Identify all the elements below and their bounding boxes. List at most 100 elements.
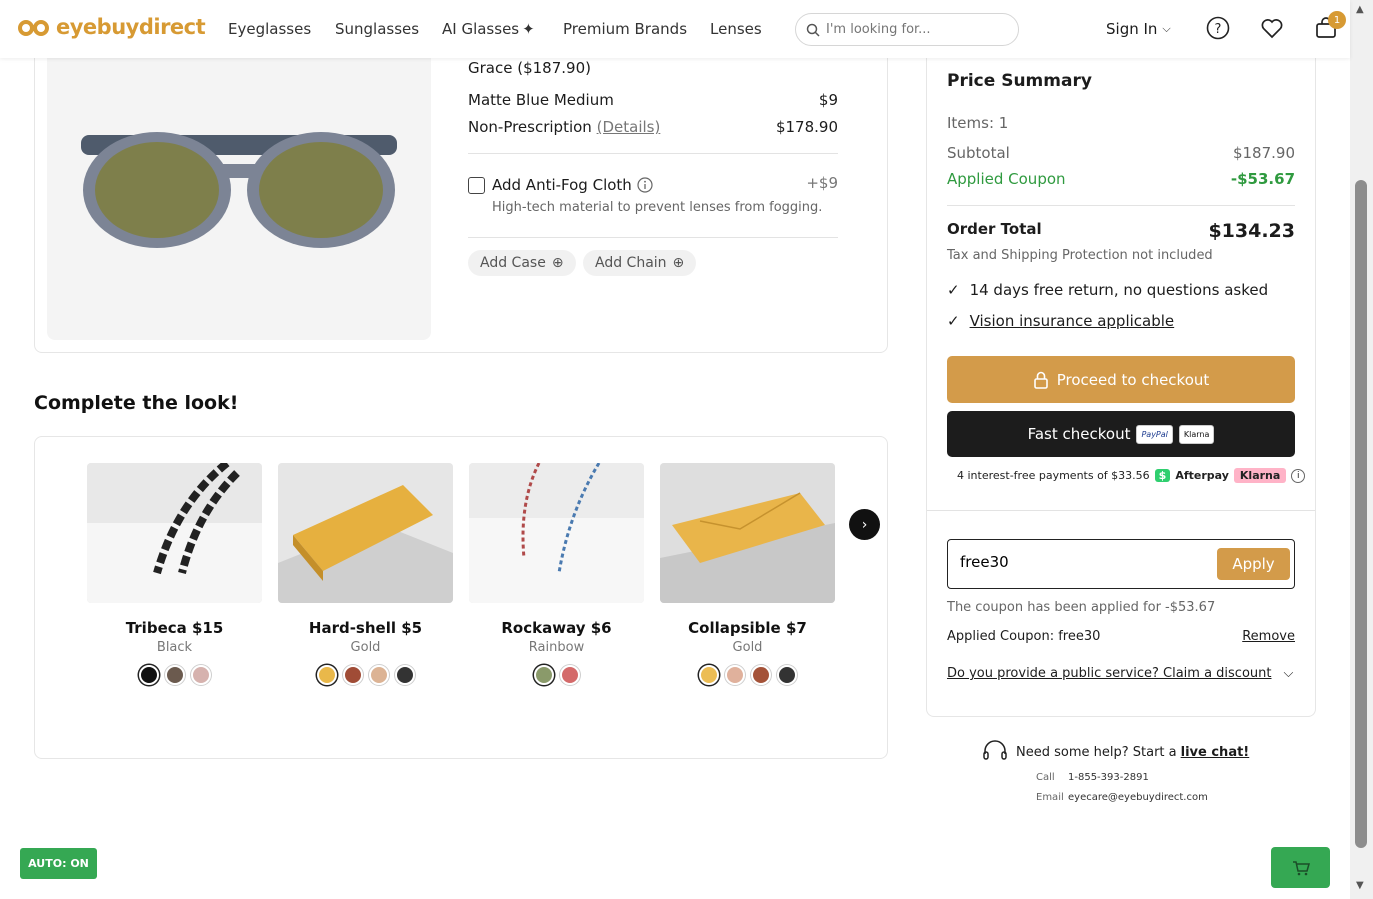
accessory-name[interactable]: Tribeca $15: [87, 619, 262, 637]
fast-checkout-button[interactable]: Fast checkout PayPal Klarna: [947, 411, 1295, 457]
color-swatch[interactable]: [138, 665, 159, 685]
accessory-color: Rainbow: [528, 640, 585, 655]
apply-coupon-button[interactable]: Apply: [1217, 548, 1290, 580]
email-label: Email: [1036, 792, 1064, 803]
perk-returns: ✓ 14 days free return, no questions asked: [947, 281, 1268, 299]
anti-fog-checkbox[interactable]: [468, 177, 485, 194]
live-chat-link[interactable]: live chat!: [1181, 745, 1250, 760]
plus-circle-icon: ⊕: [672, 255, 685, 271]
summary-title: Price Summary: [947, 71, 1092, 91]
product-image[interactable]: [47, 40, 431, 340]
heart-icon[interactable]: [1260, 16, 1284, 40]
public-service-discount[interactable]: Do you provide a public service? Claim a…: [947, 666, 1293, 681]
details-link[interactable]: (Details): [597, 118, 661, 136]
color-swatch[interactable]: [533, 665, 554, 685]
site-header: eyebuydirect Eyeglasses Sunglasses AI Gl…: [0, 0, 1350, 58]
scrollbar[interactable]: ▲ ▼: [1350, 0, 1373, 899]
paypal-logo: PayPal: [1136, 424, 1173, 444]
plus-circle-icon: ⊕: [551, 255, 564, 271]
accessory-name[interactable]: Rockaway $6: [469, 619, 644, 637]
brand-name: eyebuydirect: [56, 15, 206, 39]
scroll-down-arrow[interactable]: ▼: [1356, 880, 1364, 891]
anti-fog-label: Add Anti-Fog Cloth: [492, 176, 632, 194]
anti-fog-description: High-tech material to prevent lenses fro…: [492, 200, 823, 215]
email-address[interactable]: eyecare@eyebuydirect.com: [1068, 792, 1208, 803]
lock-icon: [1033, 371, 1048, 389]
installments-text: 4 interest-free payments of $33.56: [957, 469, 1150, 482]
search-icon: [806, 23, 820, 37]
color-swatch[interactable]: [698, 665, 719, 685]
auto-toggle-button[interactable]: AUTO: ON: [20, 848, 97, 879]
check-icon: ✓: [947, 312, 960, 330]
subtotal-label: Subtotal: [947, 144, 1010, 162]
color-swatch[interactable]: [190, 665, 211, 685]
color-swatch[interactable]: [559, 665, 580, 685]
chevron-down-icon: ⌵: [1162, 22, 1171, 35]
sparkle-icon: ✦: [522, 20, 535, 38]
scroll-up-arrow[interactable]: ▲: [1356, 4, 1364, 15]
accessory-image-tribeca[interactable]: [87, 463, 262, 603]
coupon-input[interactable]: [960, 553, 1200, 571]
logo[interactable]: eyebuydirect: [18, 15, 206, 39]
sunglasses-image: [81, 132, 397, 248]
cart-count-badge: 1: [1328, 11, 1346, 29]
public-service-link[interactable]: Do you provide a public service? Claim a…: [947, 666, 1272, 681]
chevron-down-icon: ⌵: [1283, 666, 1294, 681]
accessory-image-rockaway[interactable]: [469, 463, 644, 603]
color-swatch[interactable]: [394, 665, 415, 685]
search-input[interactable]: [826, 22, 1006, 37]
coupon-discount: -$53.67: [1230, 170, 1295, 188]
nav-eyeglasses[interactable]: Eyeglasses: [228, 20, 311, 38]
lens-option: Non-Prescription (Details): [468, 118, 660, 136]
perk-insurance[interactable]: ✓ Vision insurance applicable: [947, 312, 1174, 330]
accessory-name[interactable]: Hard-shell $5: [278, 619, 453, 637]
order-total-label: Order Total: [947, 220, 1042, 238]
carousel-next-button[interactable]: ›: [849, 509, 880, 540]
accessory-color: Gold: [350, 640, 381, 655]
installments-info: 4 interest-free payments of $33.56 $ Aft…: [957, 468, 1306, 483]
afterpay-icon: $: [1154, 469, 1171, 482]
help-section: Need some help? Start a live chat!: [982, 740, 1249, 764]
proceed-to-checkout-button[interactable]: Proceed to checkout: [947, 356, 1295, 403]
nav-premium-brands[interactable]: Premium Brands: [563, 20, 687, 38]
fast-checkout-label: Fast checkout: [1027, 425, 1131, 443]
perk-label[interactable]: Vision insurance applicable: [970, 312, 1175, 330]
sign-in-button[interactable]: Sign In ⌵: [1106, 20, 1171, 38]
chevron-right-icon: ›: [861, 516, 868, 533]
accessory-image-hard-shell[interactable]: [278, 463, 453, 603]
call-label: Call: [1036, 772, 1055, 783]
add-case-button[interactable]: Add Case ⊕: [468, 250, 576, 276]
color-swatch[interactable]: [164, 665, 185, 685]
color-swatch[interactable]: [776, 665, 797, 685]
add-chain-button[interactable]: Add Chain ⊕: [583, 250, 697, 276]
accessory-image-collapsible[interactable]: [660, 463, 835, 603]
color-swatch[interactable]: [750, 665, 771, 685]
nav-sunglasses[interactable]: Sunglasses: [335, 20, 419, 38]
subtotal-value: $187.90: [1232, 144, 1295, 162]
phone-number[interactable]: 1-855-393-2891: [1068, 772, 1149, 783]
remove-coupon-link[interactable]: Remove: [1242, 629, 1295, 644]
info-icon[interactable]: i: [1291, 468, 1306, 483]
divider: [468, 153, 838, 154]
accessory-name[interactable]: Collapsible $7: [660, 619, 835, 637]
eyes-logo-icon: [18, 20, 49, 36]
help-icon[interactable]: ?: [1206, 16, 1230, 40]
color-swatch[interactable]: [724, 665, 745, 685]
nav-ai-glasses-label: AI Glasses: [442, 20, 520, 38]
divider: [468, 237, 838, 238]
search-box[interactable]: [795, 13, 1019, 46]
divider: [927, 510, 1315, 511]
accessory-color: Gold: [732, 640, 763, 655]
product-name: Grace ($187.90): [468, 59, 591, 77]
nav-lenses[interactable]: Lenses: [710, 20, 762, 38]
coupon-field: Apply: [947, 539, 1295, 589]
applied-coupon-code: Applied Coupon: free30: [947, 629, 1101, 644]
price-summary-panel: Price Summary Items: 1 Subtotal $187.90 …: [926, 58, 1316, 717]
scrollbar-thumb[interactable]: [1355, 180, 1367, 848]
color-swatch[interactable]: [342, 665, 363, 685]
color-swatch[interactable]: [316, 665, 337, 685]
info-icon[interactable]: [637, 177, 653, 193]
color-swatch[interactable]: [368, 665, 389, 685]
nav-ai-glasses[interactable]: AI Glasses ✦: [442, 20, 535, 38]
floating-cart-button[interactable]: [1271, 847, 1330, 888]
